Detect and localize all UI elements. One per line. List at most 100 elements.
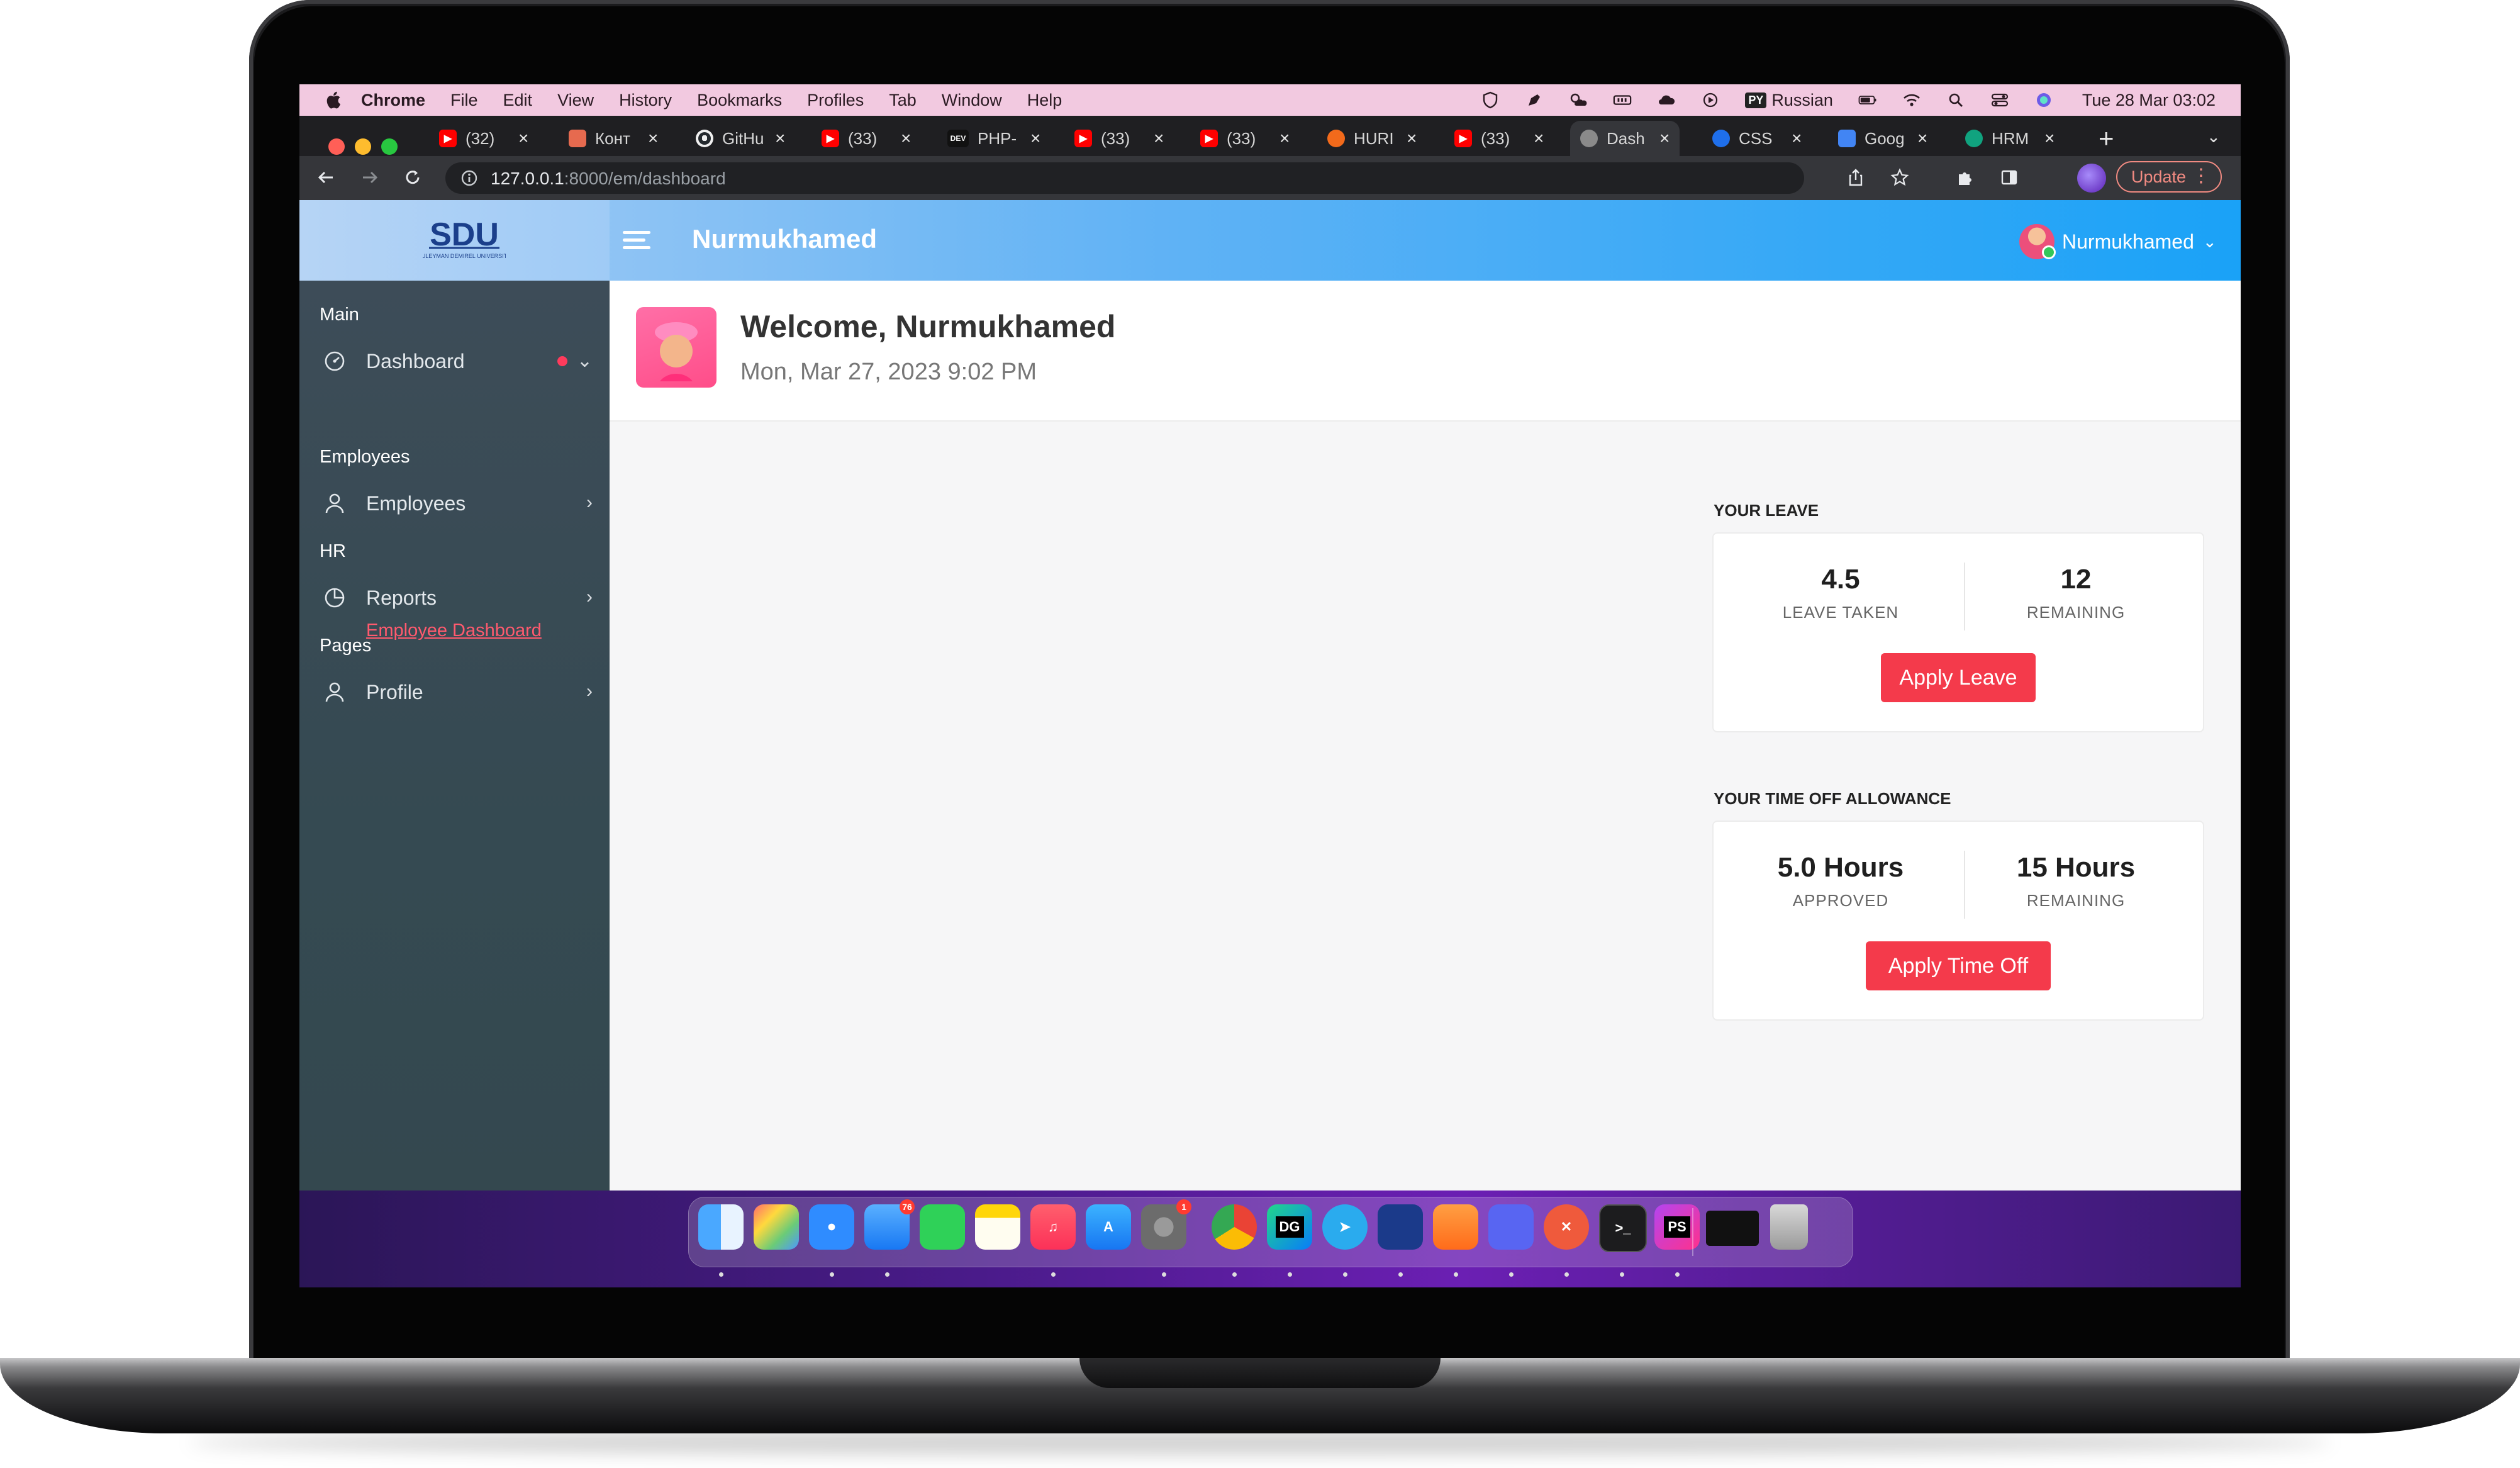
trash-icon[interactable] (1770, 1204, 1808, 1250)
logo-area[interactable]: SDU SULEYMAN DEMIREL UNIVERSITY (299, 200, 610, 281)
menu-profiles[interactable]: Profiles (807, 91, 864, 110)
url-text[interactable]: 127.0.0.1:8000/em/dashboard (491, 169, 726, 189)
music-icon[interactable]: ♫ (1030, 1204, 1076, 1250)
browser-tab[interactable]: Goog × (1838, 121, 1927, 156)
share-icon[interactable] (1843, 165, 1868, 190)
menu-window[interactable]: Window (942, 91, 1002, 110)
extensions-puzzle-icon[interactable] (1953, 165, 1978, 190)
tab-close-icon[interactable]: × (1917, 128, 1927, 148)
new-tab-button[interactable]: + (2099, 123, 2114, 154)
mail-icon[interactable]: 76 (864, 1199, 915, 1250)
menu-edit[interactable]: Edit (503, 91, 533, 110)
browser-tab[interactable]: CSS × (1712, 121, 1802, 156)
tab-close-icon[interactable]: × (1280, 128, 1290, 148)
control-center-icon[interactable] (1990, 91, 2009, 109)
menu-bookmarks[interactable]: Bookmarks (697, 91, 782, 110)
sidebar-subitem-employee-dashboard[interactable]: Employee Dashboard (366, 620, 542, 641)
launchpad-icon[interactable] (754, 1204, 799, 1250)
browser-tab[interactable]: ▶ (33) × (822, 121, 911, 156)
tab-close-icon[interactable]: × (1030, 128, 1040, 148)
site-info-icon[interactable] (460, 169, 478, 187)
xmind-icon[interactable]: ✕ (1544, 1204, 1589, 1250)
play-circle-icon[interactable] (1701, 91, 1720, 109)
window-zoom-button[interactable] (381, 138, 398, 155)
wifi-icon[interactable] (1902, 91, 1921, 109)
telegram-icon[interactable]: ➤ (1322, 1204, 1368, 1250)
forward-arrow-icon[interactable] (357, 165, 382, 190)
cloud-sync-icon[interactable] (1657, 91, 1676, 109)
system-settings-icon[interactable]: 1 (1141, 1199, 1191, 1250)
menu-history[interactable]: History (619, 91, 672, 110)
shield-icon[interactable] (1481, 91, 1500, 109)
browser-tab[interactable]: HURI × (1327, 121, 1417, 156)
pencil-app-icon[interactable] (1433, 1204, 1478, 1250)
facetime-icon[interactable] (920, 1204, 965, 1250)
window-preview-icon[interactable] (1706, 1211, 1759, 1246)
memory-icon[interactable] (1613, 91, 1632, 109)
tab-close-icon[interactable]: × (901, 128, 911, 148)
window-minimize-button[interactable] (355, 138, 371, 155)
safari-icon[interactable] (809, 1204, 854, 1250)
siri-icon[interactable] (2034, 91, 2053, 109)
adguard-icon[interactable] (1378, 1204, 1423, 1250)
back-arrow-icon[interactable] (313, 165, 338, 190)
apple-icon[interactable] (323, 90, 342, 110)
tab-close-icon[interactable]: × (1659, 128, 1670, 148)
browser-tab-active[interactable]: Dash × (1570, 121, 1680, 156)
bookmark-star-icon[interactable] (1887, 165, 1912, 190)
browser-profile-avatar[interactable] (2077, 164, 2106, 193)
update-button[interactable]: Update ⋮ (2116, 161, 2222, 193)
tab-close-icon[interactable]: × (775, 128, 785, 148)
notes-icon[interactable] (975, 1204, 1020, 1250)
browser-tab[interactable]: HRM × (1965, 121, 2054, 156)
sidebar-item-employees[interactable]: Employees › (322, 488, 593, 518)
side-panel-icon[interactable] (1997, 165, 2022, 190)
weather-icon[interactable] (1569, 91, 1588, 109)
menu-tab[interactable]: Tab (889, 91, 917, 110)
apply-time-off-button[interactable]: Apply Time Off (1866, 941, 2051, 990)
datagrip-icon[interactable]: DG (1267, 1204, 1312, 1250)
menu-view[interactable]: View (557, 91, 594, 110)
tab-close-icon[interactable]: × (518, 128, 528, 148)
chrome-icon[interactable] (1212, 1204, 1257, 1250)
tab-close-icon[interactable]: × (1154, 128, 1164, 148)
address-bar[interactable]: 127.0.0.1:8000/em/dashboard (445, 162, 1804, 194)
browser-tab[interactable]: ▶ (33) × (1200, 121, 1290, 156)
user-menu[interactable]: Nurmukhamed ⌄ (2019, 224, 2217, 259)
tab-close-icon[interactable]: × (1792, 128, 1802, 148)
browser-tab[interactable]: ▶ (32) × (439, 121, 528, 156)
browser-tab[interactable]: ▶ (33) × (1454, 121, 1544, 156)
chevron-right-icon: › (586, 586, 593, 607)
apply-leave-button[interactable]: Apply Leave (1881, 653, 2036, 702)
discord-icon[interactable] (1488, 1204, 1534, 1250)
tab-close-icon[interactable]: × (1534, 128, 1544, 148)
tab-search-icon[interactable]: ⌄ (2207, 127, 2221, 147)
app-store-icon[interactable]: A (1086, 1204, 1131, 1250)
reload-icon[interactable] (400, 165, 425, 190)
datagrip-label: DG (1275, 1216, 1304, 1238)
menu-app-name[interactable]: Chrome (361, 91, 425, 110)
terminal-icon[interactable]: >_ (1599, 1204, 1647, 1252)
sidebar-item-reports[interactable]: Reports › (322, 583, 593, 613)
battery-icon[interactable] (1858, 91, 1877, 109)
tab-close-icon[interactable]: × (648, 128, 658, 148)
browser-tab[interactable]: Конт × (569, 121, 658, 156)
browser-tab[interactable]: DEV PHP- × (947, 121, 1040, 156)
tab-title: PHP- (978, 128, 1017, 148)
finder-icon[interactable] (698, 1204, 744, 1250)
browser-tab[interactable]: ▶ (33) × (1074, 121, 1164, 156)
window-close-button[interactable] (328, 138, 345, 155)
hamburger-menu-icon[interactable] (623, 227, 650, 254)
input-source-menu[interactable]: PY Russian (1745, 91, 1833, 110)
pen-tool-icon[interactable] (1525, 91, 1544, 109)
menu-help[interactable]: Help (1027, 91, 1062, 110)
tab-close-icon[interactable]: × (1407, 128, 1417, 148)
browser-tab[interactable]: GitHu × (696, 121, 785, 156)
sidebar-item-profile[interactable]: Profile › (322, 677, 593, 707)
tab-close-icon[interactable]: × (2044, 128, 2054, 148)
sidebar-item-dashboard[interactable]: Dashboard ⌄ (322, 346, 593, 376)
menubar-status-area: PY Russian Tue 28 Mar 03:02 (1456, 84, 2216, 116)
menubar-clock[interactable]: Tue 28 Mar 03:02 (2082, 91, 2216, 110)
spotlight-search-icon[interactable] (1946, 91, 1965, 109)
menu-file[interactable]: File (450, 91, 478, 110)
